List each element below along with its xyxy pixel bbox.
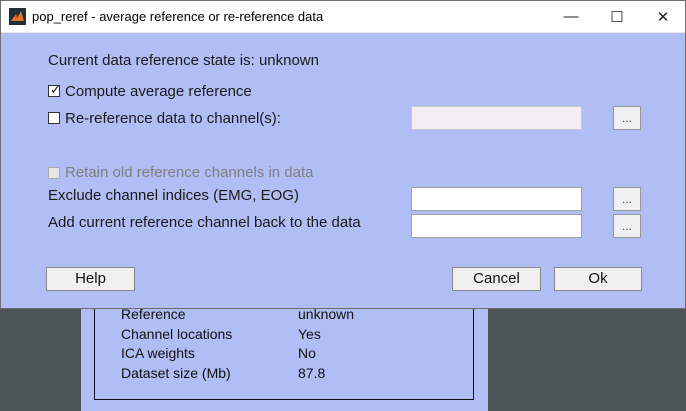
add-reference-browse-button[interactable]: ... (613, 214, 641, 238)
maximize-button[interactable]: ☐ (594, 1, 640, 32)
close-button[interactable]: ✕ (640, 1, 686, 32)
title-bar[interactable]: pop_reref - average reference or re-refe… (1, 1, 685, 33)
ok-button[interactable]: Ok (554, 267, 642, 291)
add-reference-input[interactable] (411, 214, 582, 238)
rereference-label[interactable]: Re-reference data to channel(s): (65, 110, 281, 127)
exclude-channels-label: Exclude channel indices (EMG, EOG) (48, 187, 299, 204)
compute-average-checkbox[interactable]: ✓ (48, 82, 61, 97)
maximize-icon: ☐ (610, 8, 624, 26)
rereference-browse-button[interactable]: ... (613, 106, 641, 130)
retain-reference-checkbox[interactable] (48, 167, 60, 179)
info-key: ICA weights (121, 345, 195, 361)
rereference-channels-input[interactable] (411, 106, 582, 130)
compute-average-label[interactable]: Compute average reference (65, 83, 252, 100)
minimize-icon: — (563, 8, 579, 25)
window-title: pop_reref - average reference or re-refe… (32, 9, 324, 24)
info-key: Channel locations (121, 326, 233, 342)
pop-reref-dialog: pop_reref - average reference or re-refe… (0, 0, 686, 309)
cancel-button[interactable]: Cancel (452, 267, 541, 291)
add-reference-label: Add current reference channel back to th… (48, 214, 361, 231)
reference-state-label: Current data reference state is: unknown (48, 52, 319, 69)
minimize-button[interactable]: — (548, 1, 594, 32)
close-icon: ✕ (656, 8, 670, 26)
info-key: Dataset size (Mb) (121, 365, 231, 381)
checkmark-icon: ✓ (50, 82, 61, 97)
rereference-checkbox[interactable] (48, 112, 60, 124)
info-value: 87.8 (298, 365, 326, 381)
help-button[interactable]: Help (46, 267, 135, 291)
matlab-icon (9, 8, 26, 25)
retain-reference-label: Retain old reference channels in data (65, 164, 314, 181)
info-value: Yes (298, 326, 321, 342)
exclude-channels-browse-button[interactable]: ... (613, 187, 641, 211)
exclude-channels-input[interactable] (411, 187, 582, 211)
info-value: No (298, 345, 316, 361)
